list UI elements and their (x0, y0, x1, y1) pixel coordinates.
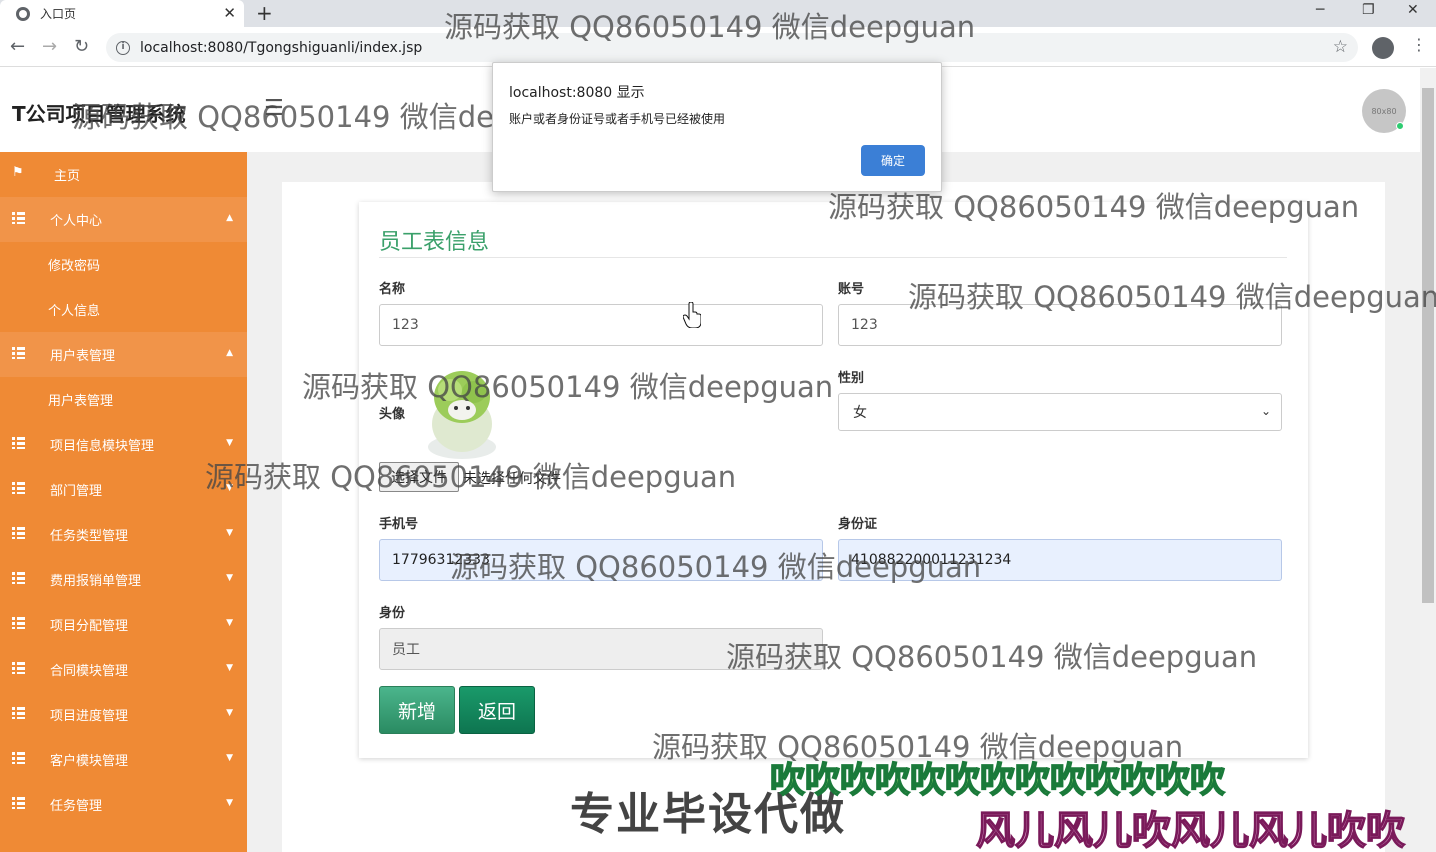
sidebar-subitem-change-password[interactable]: 修改密码 (0, 242, 247, 287)
sidebar-item-project-progress[interactable]: 项目进度管理 ▼ (0, 692, 247, 737)
caret-down-icon: ▼ (226, 798, 233, 808)
add-button[interactable]: 新增 (379, 686, 455, 734)
tab-title: 入口页 (40, 7, 77, 21)
grid-icon (12, 482, 25, 494)
browser-menu-icon[interactable]: ⋮ (1411, 35, 1427, 54)
sidebar-item-task[interactable]: 任务管理 ▼ (0, 782, 247, 827)
alert-message: 账户或者身份证号或者手机号已经被使用 (509, 112, 726, 126)
promo-caption-pink: 风儿风儿吹风儿风儿吹吹 (975, 808, 1406, 852)
grid-icon (12, 797, 25, 809)
watermark-text: 源码获取 QQ86050149 微信deepguan (908, 280, 1436, 314)
back-icon[interactable]: ← (10, 36, 25, 57)
back-button[interactable]: 返回 (459, 686, 535, 734)
gender-select[interactable]: 女 ⌄ (838, 393, 1282, 431)
new-tab-icon[interactable]: + (256, 1, 273, 25)
grid-icon (12, 437, 25, 449)
name-input[interactable]: 123 (379, 304, 823, 346)
promo-caption-green: 吹吹吹吹吹吹吹吹吹吹吹吹吹 (769, 760, 1226, 802)
title-divider (379, 257, 1287, 258)
grid-icon (12, 212, 25, 224)
watermark-text: 源码获取 QQ86050149 微信deepguan (302, 370, 834, 404)
sidebar-item-project-assignment[interactable]: 项目分配管理 ▼ (0, 602, 247, 647)
sidebar-item-label: 项目进度管理 (50, 709, 129, 724)
globe-icon (16, 6, 30, 21)
role-label: 身份 (379, 606, 406, 621)
sidebar-item-label: 用户表管理 (48, 394, 114, 409)
online-status-dot (1396, 122, 1404, 130)
bookmark-star-icon[interactable]: ☆ (1333, 37, 1348, 57)
grid-icon (12, 752, 25, 764)
alert-ok-button[interactable]: 确定 (861, 145, 925, 176)
sidebar-item-label: 客户模块管理 (50, 754, 129, 769)
sidebar-item-label: 主页 (54, 169, 81, 184)
sidebar-item-label: 项目信息模块管理 (50, 439, 155, 454)
form-title: 员工表信息 (379, 230, 490, 255)
chevron-down-icon: ⌄ (1260, 404, 1271, 418)
sidebar-item-label: 任务管理 (50, 799, 103, 814)
sidebar-item-label: 个人信息 (48, 304, 101, 319)
watermark-text: 源码获取 QQ86050149 微信deepguan (450, 550, 982, 584)
phone-label: 手机号 (379, 517, 419, 532)
gender-selected-value: 女 (853, 405, 867, 421)
reload-icon[interactable]: ↻ (74, 36, 89, 57)
sidebar-subitem-personal-info[interactable]: 个人信息 (0, 287, 247, 332)
sidebar-item-task-type[interactable]: 任务类型管理 ▼ (0, 512, 247, 557)
alert-title: localhost:8080 显示 (509, 85, 645, 101)
page-scrollbar[interactable] (1420, 68, 1436, 852)
minimize-icon[interactable]: ─ (1316, 2, 1324, 18)
caret-up-icon: ▲ (226, 213, 233, 223)
name-label: 名称 (379, 282, 406, 297)
caret-down-icon: ▼ (226, 618, 233, 628)
grid-icon (12, 347, 25, 359)
grid-icon (12, 572, 25, 584)
url-text: localhost:8080/Tgongshiguanli/index.jsp (140, 39, 423, 56)
flag-icon: ⚑ (12, 165, 24, 180)
scrollbar-thumb[interactable] (1422, 88, 1434, 603)
restore-icon[interactable]: ❐ (1362, 2, 1375, 18)
sidebar-item-user-table[interactable]: 用户表管理 ▲ (0, 332, 247, 377)
sidebar-item-label: 合同模块管理 (50, 664, 129, 679)
sidebar-item-label: 用户表管理 (50, 349, 116, 364)
idcard-label: 身份证 (838, 517, 878, 532)
sidebar-item-label: 修改密码 (48, 259, 101, 274)
hand-cursor-icon (683, 302, 701, 328)
sidebar-item-customer[interactable]: 客户模块管理 ▼ (0, 737, 247, 782)
sidebar-item-label: 费用报销单管理 (50, 574, 142, 589)
sidebar-item-home[interactable]: ⚑ 主页 (0, 152, 247, 197)
caret-down-icon: ▼ (226, 708, 233, 718)
sidebar-item-label: 任务类型管理 (50, 529, 129, 544)
forward-icon[interactable]: → (42, 36, 57, 57)
sidebar-item-label: 部门管理 (50, 484, 103, 499)
caret-down-icon: ▼ (226, 438, 233, 448)
grid-icon (12, 617, 25, 629)
account-label: 账号 (838, 282, 865, 297)
grid-icon (12, 662, 25, 674)
close-tab-icon[interactable]: ✕ (223, 4, 236, 22)
watermark-text: 源码获取 QQ86050149 微信deepguan (205, 460, 737, 494)
sidebar-item-label: 个人中心 (50, 214, 103, 229)
sidebar-item-expense[interactable]: 费用报销单管理 ▼ (0, 557, 247, 602)
sidebar-item-contract[interactable]: 合同模块管理 ▼ (0, 647, 247, 692)
profile-icon[interactable] (1372, 37, 1394, 59)
grid-icon (12, 707, 25, 719)
sidebar: ⚑ 主页 个人中心 ▲ 修改密码 个人信息 用户表管理 ▲ 用户表管理 项目信息… (0, 152, 247, 852)
info-icon[interactable]: i (116, 40, 130, 55)
watermark-text: 源码获取 QQ86050149 微信deepguan (444, 10, 976, 44)
sidebar-item-label: 项目分配管理 (50, 619, 129, 634)
caret-down-icon: ▼ (226, 573, 233, 583)
window-close-icon[interactable]: ✕ (1407, 2, 1419, 18)
browser-tab[interactable]: 入口页 ✕ (0, 0, 244, 27)
grid-icon (12, 527, 25, 539)
caret-down-icon: ▼ (226, 753, 233, 763)
gender-label: 性别 (838, 371, 865, 386)
caret-up-icon: ▲ (226, 348, 233, 358)
alert-dialog: localhost:8080 显示 账户或者身份证号或者手机号已经被使用 确定 (492, 62, 942, 192)
caret-down-icon: ▼ (226, 663, 233, 673)
watermark-text: 源码获取 QQ86050149 微信deepguan (726, 640, 1258, 674)
sidebar-item-personal-center[interactable]: 个人中心 ▲ (0, 197, 247, 242)
caret-down-icon: ▼ (226, 528, 233, 538)
sidebar-subitem-user-table[interactable]: 用户表管理 (0, 377, 247, 422)
